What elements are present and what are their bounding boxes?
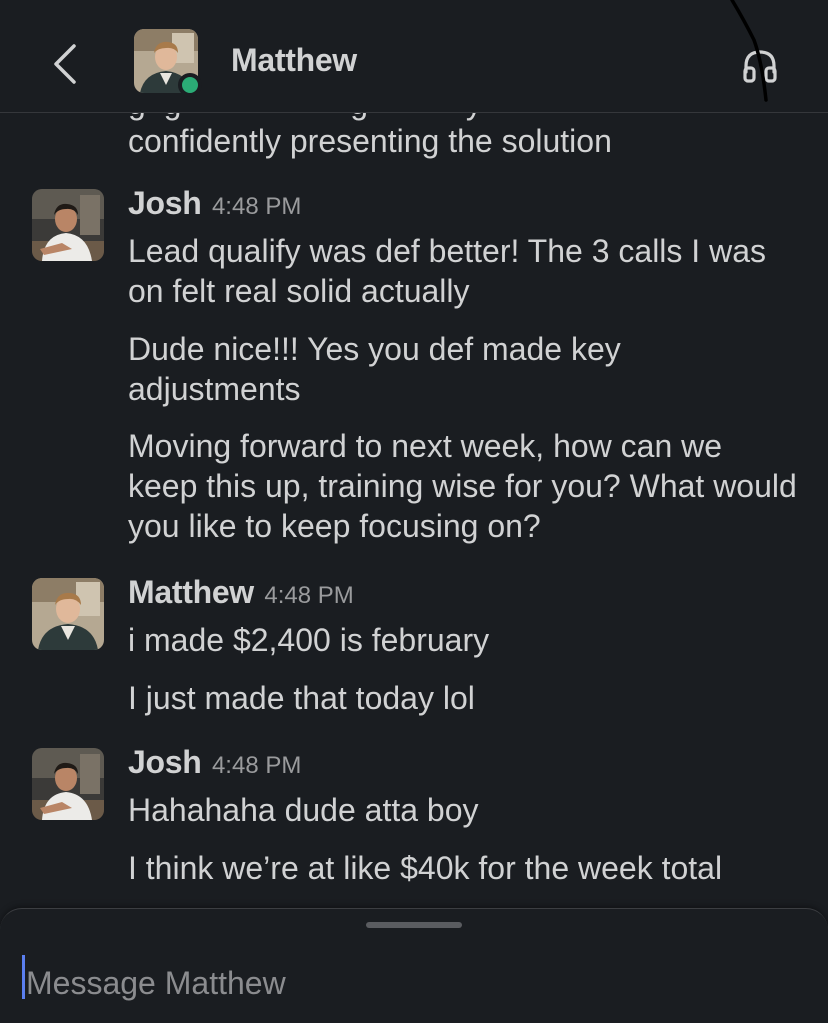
avatar-josh	[32, 748, 104, 820]
sender-avatar[interactable]	[32, 189, 104, 261]
sender-avatar[interactable]	[32, 578, 104, 650]
message-header: Josh 4:48 PM	[128, 185, 301, 222]
conversation-header: Matthew	[0, 0, 828, 113]
message-composer	[0, 908, 828, 1023]
message-list[interactable]: g g g y confidently presenting the solut…	[0, 113, 828, 908]
sender-name[interactable]: Josh	[128, 185, 202, 221]
avatar-josh	[32, 189, 104, 261]
message-text: confidently presenting the solution	[128, 123, 612, 159]
message-text: I just made that today lol	[128, 680, 475, 716]
message-text: Moving forward to next week, how can we …	[128, 428, 797, 544]
headphones-icon	[743, 50, 777, 83]
avatar-matthew	[32, 578, 104, 650]
text-cursor	[22, 955, 25, 999]
sender-name[interactable]: Matthew	[128, 574, 254, 610]
message-header: Josh 4:48 PM	[128, 744, 301, 781]
huddle-button[interactable]	[740, 46, 780, 86]
online-status-dot	[178, 73, 202, 97]
composer-drag-handle[interactable]	[366, 922, 462, 928]
message-text: Dude nice!!! Yes you def made key adjust…	[128, 331, 621, 407]
message-header: Matthew 4:48 PM	[128, 574, 354, 611]
message-timestamp: 4:48 PM	[211, 752, 302, 779]
sender-avatar[interactable]	[32, 748, 104, 820]
back-button[interactable]	[44, 40, 84, 88]
chevron-left-icon	[54, 44, 76, 84]
message-text: i made $2,400 is february	[128, 622, 490, 658]
message-input[interactable]	[22, 959, 806, 1007]
sender-name[interactable]: Josh	[128, 744, 202, 780]
message-text: I think we’re at like $40k for the week …	[128, 850, 723, 886]
message-text: Lead qualify was def better! The 3 calls…	[128, 233, 766, 309]
header-avatar[interactable]	[134, 29, 202, 97]
message-timestamp: 4:48 PM	[211, 193, 302, 220]
message-timestamp: 4:48 PM	[264, 582, 354, 609]
message-text: Hahahaha dude atta boy	[128, 792, 479, 828]
conversation-title[interactable]: Matthew	[231, 42, 357, 79]
